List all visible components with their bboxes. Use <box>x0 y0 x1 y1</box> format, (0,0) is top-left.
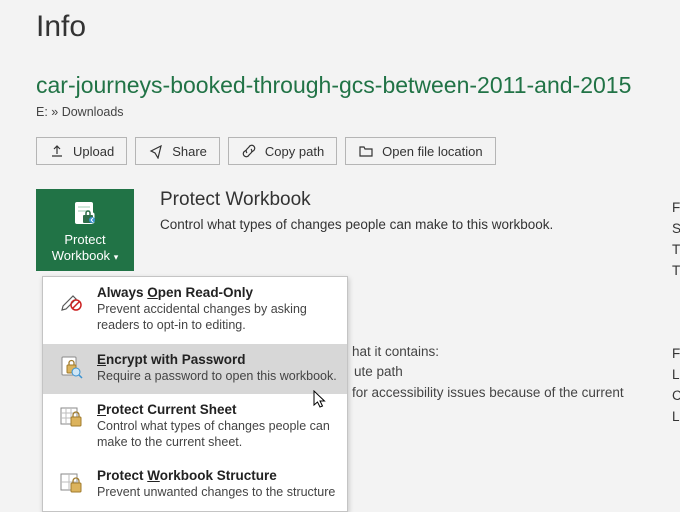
share-icon <box>148 143 164 159</box>
upload-button[interactable]: Upload <box>36 137 127 165</box>
open-location-button[interactable]: Open file location <box>345 137 495 165</box>
open-location-label: Open file location <box>382 144 482 159</box>
menu-always-open-read-only[interactable]: Always Open Read-Only Prevent accidental… <box>43 277 347 344</box>
protect-button-line1: Protect <box>64 232 105 247</box>
lock-search-icon <box>57 352 85 384</box>
folder-icon <box>358 143 374 159</box>
right-properties-fragment: F S T T F L C L <box>672 198 680 428</box>
link-icon <box>241 143 257 159</box>
menu-sheet-sub: Control what types of changes people can… <box>97 418 337 451</box>
menu-structure-sub: Prevent unwanted changes to the structur… <box>97 484 335 500</box>
share-label: Share <box>172 144 207 159</box>
upload-label: Upload <box>73 144 114 159</box>
lock-icon <box>69 196 101 228</box>
copy-path-label: Copy path <box>265 144 324 159</box>
copy-path-button[interactable]: Copy path <box>228 137 337 165</box>
protect-button-line2: Workbook <box>52 248 110 263</box>
upload-icon <box>49 143 65 159</box>
share-button[interactable]: Share <box>135 137 220 165</box>
breadcrumb: E: » Downloads <box>36 105 644 119</box>
menu-sheet-title: Protect Current Sheet <box>97 402 337 417</box>
protect-workbook-button[interactable]: Protect Workbook ▾ <box>36 189 134 271</box>
menu-encrypt-title: Encrypt with Password <box>97 352 337 367</box>
menu-readonly-sub: Prevent accidental changes by asking rea… <box>97 301 337 334</box>
sheet-lock-icon <box>57 402 85 451</box>
page-title: Info <box>36 10 644 44</box>
action-bar: Upload Share Copy path <box>36 137 644 165</box>
chevron-down-icon: ▾ <box>114 252 119 262</box>
menu-encrypt-sub: Require a password to open this workbook… <box>97 368 337 384</box>
protect-heading: Protect Workbook <box>160 189 553 211</box>
protect-workbook-menu: Always Open Read-Only Prevent accidental… <box>42 276 348 512</box>
grid-lock-icon <box>57 468 85 500</box>
menu-readonly-title: Always Open Read-Only <box>97 285 337 300</box>
menu-structure-title: Protect Workbook Structure <box>97 468 335 483</box>
menu-protect-current-sheet[interactable]: Protect Current Sheet Control what types… <box>43 394 347 461</box>
menu-protect-workbook-structure[interactable]: Protect Workbook Structure Prevent unwan… <box>43 460 347 510</box>
menu-encrypt-with-password[interactable]: Encrypt with Password Require a password… <box>43 344 347 394</box>
protect-description: Control what types of changes people can… <box>160 217 553 232</box>
pencil-no-icon <box>57 285 85 334</box>
filename: car-journeys-booked-through-gcs-between-… <box>36 72 644 99</box>
